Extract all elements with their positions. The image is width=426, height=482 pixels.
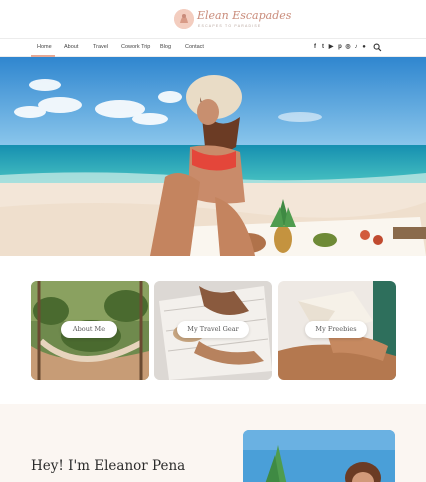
main-nav: Home About Travel Cowork Trip Blog Conta…: [0, 38, 426, 57]
my-travel-gear-card[interactable]: My Travel Gear: [154, 281, 272, 380]
about-me-card[interactable]: About Me: [31, 281, 149, 380]
spotify-icon[interactable]: ●: [360, 43, 368, 51]
profile-photo: [243, 430, 395, 482]
logo-title: Elean Escapades: [197, 9, 292, 22]
site-logo[interactable]: Elean Escapades ESCAPES TO PARADISE: [0, 0, 426, 38]
pinterest-icon[interactable]: p: [336, 43, 344, 51]
logo-tagline: ESCAPES TO PARADISE: [198, 24, 262, 28]
twitter-icon[interactable]: t: [319, 43, 327, 51]
about-me-button[interactable]: About Me: [61, 321, 117, 338]
nav-item-about[interactable]: About: [64, 44, 78, 50]
tiktok-icon[interactable]: ♪: [352, 43, 360, 51]
nav-item-blog[interactable]: Blog: [160, 44, 171, 50]
nav-item-home[interactable]: Home: [37, 44, 52, 50]
my-travel-gear-button[interactable]: My Travel Gear: [177, 321, 249, 338]
intro-heading: Hey! I'm Eleanor Pena: [31, 458, 186, 474]
search-icon[interactable]: [373, 43, 382, 52]
nav-item-travel[interactable]: Travel: [93, 44, 108, 50]
my-freebies-card[interactable]: My Freebies: [278, 281, 396, 380]
nav-item-cowork-trip[interactable]: Cowork Trip: [121, 44, 150, 50]
logo-mark-icon: [174, 9, 194, 29]
youtube-icon[interactable]: ▶: [327, 43, 335, 51]
my-freebies-button[interactable]: My Freebies: [305, 321, 367, 338]
instagram-icon[interactable]: ◎: [344, 43, 352, 51]
facebook-icon[interactable]: f: [311, 43, 319, 51]
hero-image: [0, 57, 426, 256]
nav-item-contact[interactable]: Contact: [185, 44, 204, 50]
